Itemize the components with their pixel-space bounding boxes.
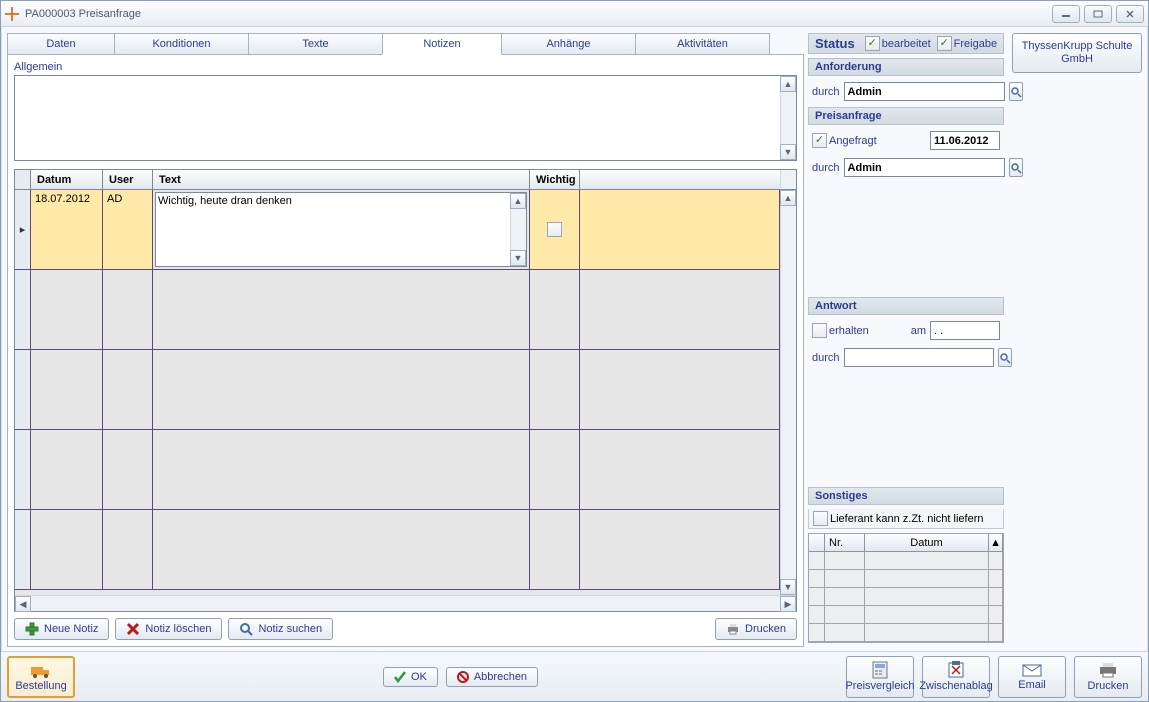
truck-icon [30, 661, 52, 679]
search-note-button[interactable]: Notiz suchen [228, 618, 333, 640]
clipboard-icon [946, 661, 966, 679]
scroll-down-icon[interactable]: ▼ [780, 579, 796, 595]
scroll-up-icon[interactable]: ▲ [989, 534, 1003, 551]
cell-trailing [580, 190, 780, 269]
table-row[interactable]: ▸ 18.07.2012 AD ▲ ▼ [15, 190, 780, 270]
tab-anhaenge[interactable]: Anhänge [501, 33, 636, 55]
cell-datum[interactable]: 18.07.2012 [31, 190, 103, 269]
col-user[interactable]: User [103, 170, 153, 189]
new-note-button[interactable]: Neue Notiz [14, 618, 109, 640]
tab-aktivitaeten[interactable]: Aktivitäten [635, 33, 770, 55]
titlebar: PA000003 Preisanfrage [1, 1, 1148, 27]
minimize-button[interactable] [1052, 5, 1080, 23]
tab-bar: Daten Konditionen Texte Notizen Anhänge … [7, 33, 804, 55]
freigabe-checkbox[interactable]: ✓ [937, 36, 952, 51]
sonstiges-header: Sonstiges [808, 487, 1004, 505]
scroll-down-icon[interactable]: ▼ [510, 250, 526, 266]
anforderung-durch-input[interactable] [844, 82, 1005, 101]
tab-notizen[interactable]: Notizen [382, 33, 502, 55]
footer-toolbar: Bestellung OK Abbrechen Preisvergleich Z… [1, 651, 1148, 701]
bearbeitet-checkbox[interactable]: ✓ [865, 36, 880, 51]
scroll-down-icon[interactable]: ▼ [780, 144, 796, 160]
mini-col-nr[interactable]: Nr. [825, 534, 865, 551]
check-icon [394, 671, 406, 683]
scroll-up-icon[interactable]: ▲ [780, 76, 796, 92]
app-icon [5, 7, 19, 21]
table-row[interactable] [15, 270, 780, 350]
drucken-button[interactable]: Drucken [1074, 656, 1142, 698]
vendor-button[interactable]: ThyssenKrupp Schulte GmbH [1012, 33, 1142, 73]
search-icon [239, 622, 253, 636]
col-wichtig[interactable]: Wichtig [530, 170, 580, 189]
sonstiges-table: Nr. Datum ▲ [808, 533, 1004, 643]
email-button[interactable]: Email [998, 656, 1066, 698]
close-button[interactable] [1116, 5, 1144, 23]
printer-icon [1098, 661, 1118, 679]
scroll-up-icon[interactable]: ▲ [510, 193, 526, 209]
scroll-right-icon[interactable]: ▶ [780, 596, 796, 612]
zwischenablage-button[interactable]: Zwischenablag [922, 656, 990, 698]
col-empty [580, 170, 780, 189]
table-row[interactable] [15, 430, 780, 510]
scroll-up-icon[interactable]: ▲ [780, 190, 796, 206]
email-icon [1021, 662, 1043, 678]
print-notes-button[interactable]: Drucken [715, 618, 797, 640]
ok-button[interactable]: OK [383, 667, 438, 687]
mini-rowhdr [809, 534, 825, 551]
table-row[interactable] [15, 350, 780, 430]
col-datum[interactable]: Datum [31, 170, 103, 189]
cell-user[interactable]: AD [103, 190, 153, 269]
row-selector-header [15, 170, 31, 189]
cancel-icon [457, 671, 469, 683]
notes-panel: Allgemein ▲ ▼ Datum User Text Wicht [7, 54, 804, 647]
window-title: PA000003 Preisanfrage [25, 8, 1052, 20]
allgemein-textarea[interactable]: ▲ ▼ [14, 75, 797, 161]
preisvergleich-button[interactable]: Preisvergleich [846, 656, 914, 698]
table-row[interactable] [15, 510, 780, 590]
erhalten-checkbox[interactable] [812, 323, 827, 338]
preisanfrage-header: Preisanfrage [808, 107, 1004, 125]
delete-note-button[interactable]: Notiz löschen [115, 618, 222, 640]
note-text-input[interactable] [155, 192, 527, 267]
antwort-header: Antwort [808, 297, 1004, 315]
wichtig-checkbox[interactable] [547, 222, 562, 237]
tab-konditionen[interactable]: Konditionen [114, 33, 249, 55]
tab-daten[interactable]: Daten [7, 33, 115, 55]
col-text[interactable]: Text [153, 170, 530, 189]
maximize-button[interactable] [1084, 5, 1112, 23]
bestellung-button[interactable]: Bestellung [7, 656, 75, 698]
delete-icon [126, 622, 140, 636]
lieferant-checkbox[interactable] [813, 511, 828, 526]
vendor-panel: ThyssenKrupp Schulte GmbH [1008, 27, 1148, 651]
plus-icon [25, 622, 39, 636]
preisanfrage-durch-input[interactable] [844, 158, 1005, 177]
status-label: Status [815, 36, 855, 51]
angefragt-date-input[interactable] [930, 131, 1000, 150]
anforderung-header: Anforderung [808, 58, 1004, 76]
tab-texte[interactable]: Texte [248, 33, 383, 55]
calculator-icon [870, 661, 890, 679]
side-panel: Status ✓bearbeitet ✓Freigabe Anforderung… [808, 27, 1008, 651]
cancel-button[interactable]: Abbrechen [446, 667, 538, 687]
mini-col-datum[interactable]: Datum [865, 534, 989, 551]
cell-wichtig[interactable] [530, 190, 580, 269]
antwort-durch-input[interactable] [844, 348, 994, 367]
notes-grid: Datum User Text Wichtig ▸ 18.07.201 [14, 169, 797, 612]
status-header: Status ✓bearbeitet ✓Freigabe [808, 33, 1004, 54]
cell-text[interactable]: ▲ ▼ [153, 190, 530, 269]
am-date-input[interactable] [930, 321, 1000, 340]
row-indicator-icon: ▸ [15, 190, 31, 269]
scroll-left-icon[interactable]: ◀ [15, 596, 31, 612]
angefragt-checkbox[interactable]: ✓ [812, 133, 827, 148]
printer-icon [726, 622, 740, 636]
allgemein-label: Allgemein [14, 61, 797, 73]
